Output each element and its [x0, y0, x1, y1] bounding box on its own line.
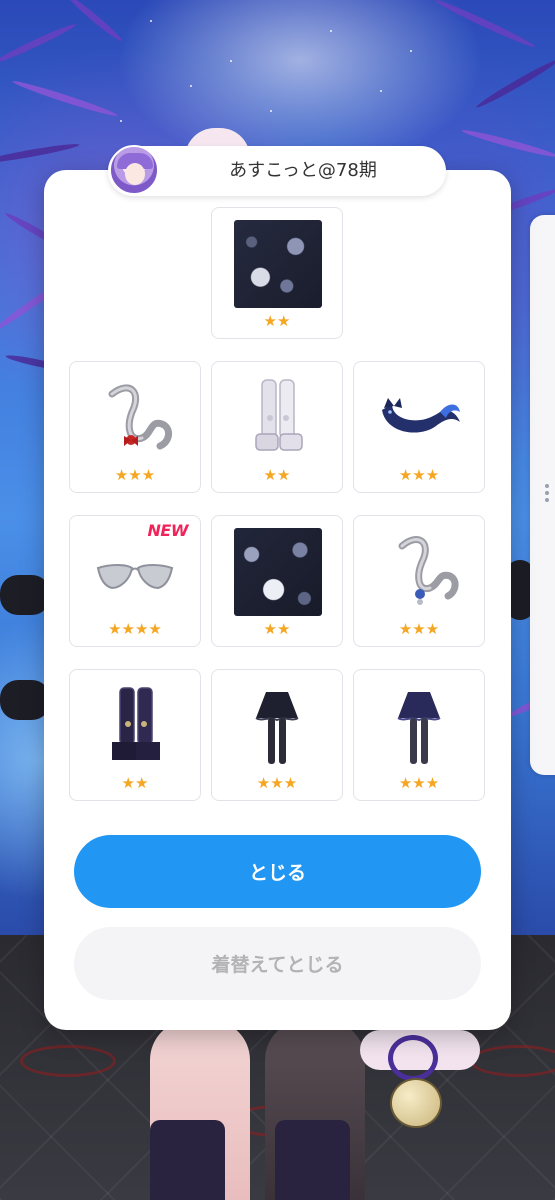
white-boots-icon	[255, 379, 303, 451]
bell-ribbon	[388, 1035, 438, 1081]
cat-tail-bell-icon	[398, 536, 459, 605]
outfit-item-card[interactable]: ★★	[69, 669, 201, 801]
star-sparkle	[120, 120, 122, 122]
star-sparkle	[150, 20, 152, 22]
character-arm	[0, 575, 50, 615]
cat-fish-accessory-icon	[382, 398, 460, 433]
outfit-item-card[interactable]: ★★	[211, 207, 343, 339]
side-drawer-handle[interactable]	[530, 215, 555, 775]
dark-boots-icon	[112, 687, 160, 760]
outfit-item-card[interactable]: ★★★	[353, 669, 485, 801]
rarity-stars: ★★★	[398, 774, 440, 792]
cat-tail-icon	[108, 384, 172, 450]
star-sparkle	[230, 60, 232, 62]
floor-emblem	[470, 1045, 555, 1077]
rarity-stars: ★★★	[114, 466, 156, 484]
star-sparkle	[380, 90, 382, 92]
kimono-pattern-fabric-icon	[234, 220, 322, 308]
star-sparkle	[270, 110, 272, 112]
change-and-close-button[interactable]: 着替えてとじる	[74, 927, 481, 1000]
star-sparkle	[190, 85, 192, 87]
outfit-item-card[interactable]: ★★★	[211, 669, 343, 801]
cat-bell	[390, 1078, 442, 1128]
avatar-face	[125, 163, 145, 185]
rarity-stars: ★★★	[398, 466, 440, 484]
rarity-stars: ★★	[263, 466, 291, 484]
floor-emblem	[20, 1045, 116, 1077]
navy-skirt-icon	[397, 692, 441, 764]
user-name: あすこっと@78期	[229, 160, 377, 181]
rarity-stars: ★★	[121, 774, 149, 792]
character-arm	[0, 680, 50, 720]
star-sparkle	[410, 50, 412, 52]
outfit-item-card[interactable]: ★★	[211, 515, 343, 647]
character-boot-right	[275, 1120, 350, 1200]
outfit-item-card[interactable]: ★★★	[353, 515, 485, 647]
rarity-stars: ★★	[263, 312, 291, 330]
cat-eye-glasses-icon	[96, 564, 174, 590]
outfit-item-card[interactable]: ★★★	[353, 361, 485, 493]
rarity-stars: ★★★	[256, 774, 298, 792]
outfit-item-card[interactable]: ★★	[211, 361, 343, 493]
rarity-stars: ★★	[263, 620, 291, 638]
outfit-item-card[interactable]: ★★★	[69, 361, 201, 493]
star-sparkle	[330, 30, 332, 32]
black-skirt-icon	[255, 692, 299, 764]
rarity-stars: ★★★★	[108, 620, 162, 638]
floral-pattern-fabric-icon	[234, 528, 322, 616]
avatar	[109, 145, 159, 195]
outfit-item-card[interactable]: NEW ★★★★	[69, 515, 201, 647]
close-button[interactable]: とじる	[74, 835, 481, 908]
drag-handle-icon[interactable]	[545, 484, 549, 505]
rarity-stars: ★★★	[398, 620, 440, 638]
character-boot-left	[150, 1120, 225, 1200]
